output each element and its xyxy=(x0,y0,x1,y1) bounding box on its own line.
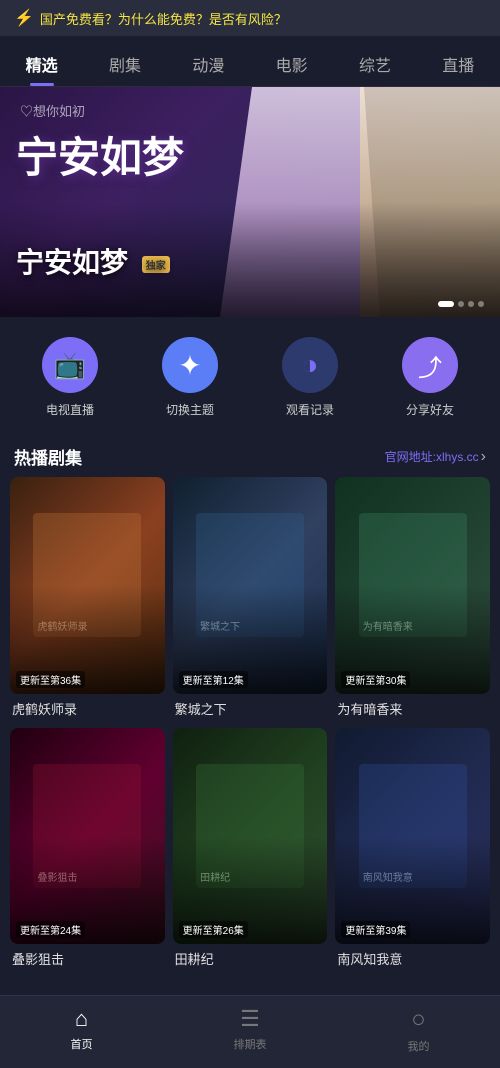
drama-card-1[interactable]: 虎鹤妖师录 更新至第36集 虎鹤妖师录 xyxy=(10,477,165,720)
tab-jingxuan[interactable]: 精选 xyxy=(0,46,83,86)
hero-title-badge: 宁安如梦 独家 xyxy=(16,241,170,281)
home-label: 首页 xyxy=(71,1036,93,1052)
episode-badge-5: 更新至第26集 xyxy=(179,921,248,938)
tab-juji[interactable]: 剧集 xyxy=(83,46,166,86)
drama-title-4: 叠影狙击 xyxy=(10,944,165,970)
drama-card-4[interactable]: 叠影狙击 更新至第24集 叠影狙击 xyxy=(10,728,165,971)
schedule-icon: ☰ xyxy=(240,1006,260,1032)
section-header: 热播剧集 官网地址:xlhys.cc › xyxy=(0,434,500,477)
hero-dots xyxy=(438,301,484,307)
bottom-nav: ⌂ 首页 ☰ 排期表 ○ 我的 xyxy=(0,995,500,1068)
profile-label: 我的 xyxy=(408,1038,430,1054)
tv-live-icon: 📺 xyxy=(42,337,98,393)
episode-badge-2: 更新至第12集 xyxy=(179,671,248,688)
action-tv-live[interactable]: 📺 电视直播 xyxy=(42,337,98,418)
tab-zhibo[interactable]: 直播 xyxy=(417,46,500,86)
nav-home[interactable]: ⌂ 首页 xyxy=(51,1004,113,1056)
dot-2 xyxy=(458,301,464,307)
warning-icon: ⚡ xyxy=(14,8,34,28)
dot-3 xyxy=(468,301,474,307)
history-label: 观看记录 xyxy=(286,401,334,418)
hero-drama-title: 宁安如梦 xyxy=(16,137,184,179)
vip-badge: 独家 xyxy=(142,256,170,273)
nav-profile[interactable]: ○ 我的 xyxy=(388,1004,450,1056)
nav-schedule[interactable]: ☰ 排期表 xyxy=(214,1004,287,1056)
drama-card-6[interactable]: 南风知我意 更新至第39集 南风知我意 xyxy=(335,728,490,971)
history-icon: ◑ xyxy=(282,337,338,393)
top-banner[interactable]: ⚡ 国产免费看？为什么能免费？是否有风险？ xyxy=(0,0,500,36)
share-icon: ⤴ xyxy=(402,337,458,393)
schedule-label: 排期表 xyxy=(234,1036,267,1052)
quick-actions: 📺 电视直播 ✦ 切换主题 ◑ 观看记录 ⤴ 分享好友 xyxy=(0,317,500,434)
dot-1 xyxy=(438,301,454,307)
hero-logo-text: ♡想你如初 xyxy=(20,101,85,120)
nav-tabs: 精选 剧集 动漫 电影 综艺 直播 xyxy=(0,36,500,87)
share-label: 分享好友 xyxy=(406,401,454,418)
section-link-text: 官网地址:xlhys.cc xyxy=(385,448,479,465)
episode-badge-3: 更新至第30集 xyxy=(341,671,410,688)
drama-grid: 虎鹤妖师录 更新至第36集 虎鹤妖师录 繁城之下 更新至第12集 繁城之 xyxy=(0,477,500,980)
action-share[interactable]: ⤴ 分享好友 xyxy=(402,337,458,418)
drama-title-1: 虎鹤妖师录 xyxy=(10,694,165,720)
drama-title-5: 田耕纪 xyxy=(173,944,328,970)
hero-banner[interactable]: ♡想你如初 宁安如梦 宁安如梦 独家 xyxy=(0,87,500,317)
chevron-right-icon: › xyxy=(481,448,486,466)
theme-label: 切换主题 xyxy=(166,401,214,418)
home-icon: ⌂ xyxy=(75,1006,88,1032)
banner-text: 国产免费看？为什么能免费？是否有风险？ xyxy=(40,9,287,28)
section-link[interactable]: 官网地址:xlhys.cc › xyxy=(385,448,486,466)
tab-dongman[interactable]: 动漫 xyxy=(167,46,250,86)
drama-card-5[interactable]: 田耕纪 更新至第26集 田耕纪 xyxy=(173,728,328,971)
profile-icon: ○ xyxy=(411,1006,426,1034)
drama-card-2[interactable]: 繁城之下 更新至第12集 繁城之下 xyxy=(173,477,328,720)
episode-badge-4: 更新至第24集 xyxy=(16,921,85,938)
action-change-theme[interactable]: ✦ 切换主题 xyxy=(162,337,218,418)
tab-zongyi[interactable]: 综艺 xyxy=(333,46,416,86)
episode-badge-6: 更新至第39集 xyxy=(341,921,410,938)
theme-icon: ✦ xyxy=(162,337,218,393)
dot-4 xyxy=(478,301,484,307)
section-title: 热播剧集 xyxy=(14,444,82,469)
tv-live-label: 电视直播 xyxy=(46,401,94,418)
tab-dianying[interactable]: 电影 xyxy=(250,46,333,86)
drama-title-3: 为有暗香来 xyxy=(335,694,490,720)
episode-badge-1: 更新至第36集 xyxy=(16,671,85,688)
action-watch-history[interactable]: ◑ 观看记录 xyxy=(282,337,338,418)
drama-card-3[interactable]: 为有暗香来 更新至第30集 为有暗香来 xyxy=(335,477,490,720)
drama-title-6: 南风知我意 xyxy=(335,944,490,970)
drama-title-2: 繁城之下 xyxy=(173,694,328,720)
